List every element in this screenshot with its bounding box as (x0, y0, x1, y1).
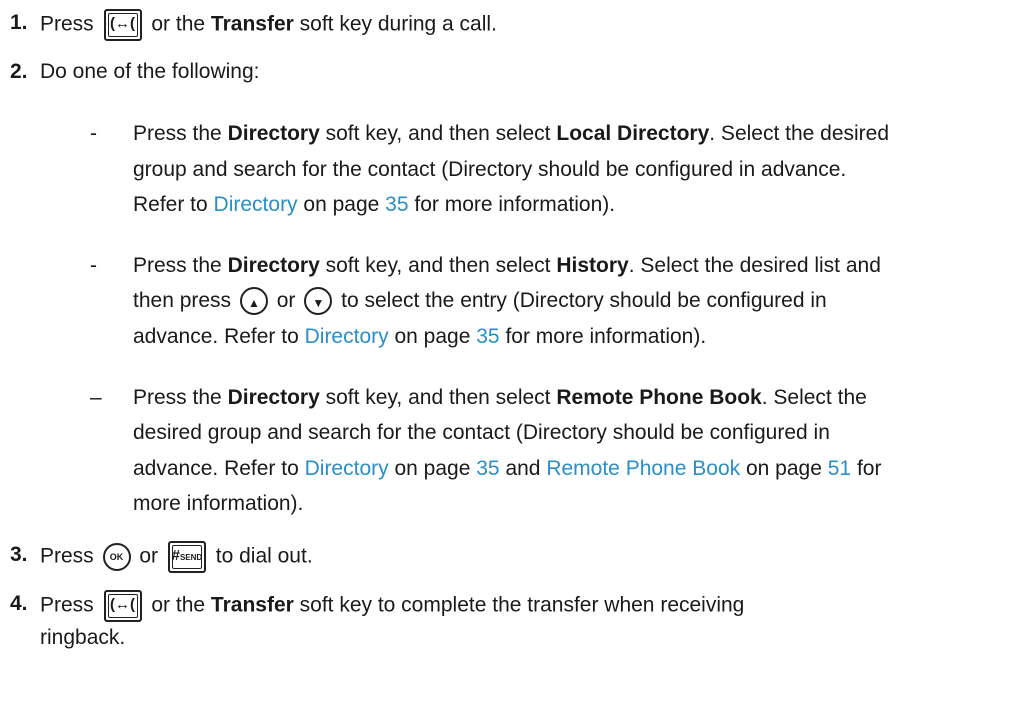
bullet-dash: - (90, 254, 97, 277)
page-link[interactable]: 51 (828, 457, 851, 480)
remote-phone-book-link[interactable]: Remote Phone Book (546, 457, 740, 480)
up-arrow-key-icon: ▲ (239, 287, 268, 316)
bullet-dash: – (90, 386, 102, 409)
step-number: 2. (10, 60, 28, 83)
step-text: Press (↔( or the Transfer soft key to co… (40, 590, 744, 622)
step-number: 4. (10, 592, 28, 615)
transfer-key-icon: (↔( (103, 9, 142, 41)
step-text: Do one of the following: (40, 60, 260, 83)
hash-send-key-icon: #SEND (167, 541, 206, 573)
transfer-key-icon: (↔( (103, 590, 142, 622)
page-link[interactable]: 35 (476, 325, 499, 348)
page-link[interactable]: 35 (476, 457, 499, 480)
directory-link[interactable]: Directory (214, 193, 298, 216)
step-number: 1. (10, 11, 28, 34)
ok-key-icon: OK (102, 543, 131, 571)
directory-link[interactable]: Directory (305, 325, 389, 348)
directory-link[interactable]: Directory (305, 457, 389, 480)
transfer-softkey-label: Transfer (210, 593, 294, 617)
bullet-dash: - (90, 122, 97, 145)
step-number: 3. (10, 543, 28, 566)
down-arrow-key-icon: ▼ (304, 287, 333, 316)
step-text: Press OK or #SEND to dial out. (40, 541, 313, 573)
page-link[interactable]: 35 (385, 193, 408, 216)
transfer-softkey-label: Transfer (210, 12, 294, 36)
step-text: Press (↔( or the Transfer soft key durin… (40, 9, 497, 41)
